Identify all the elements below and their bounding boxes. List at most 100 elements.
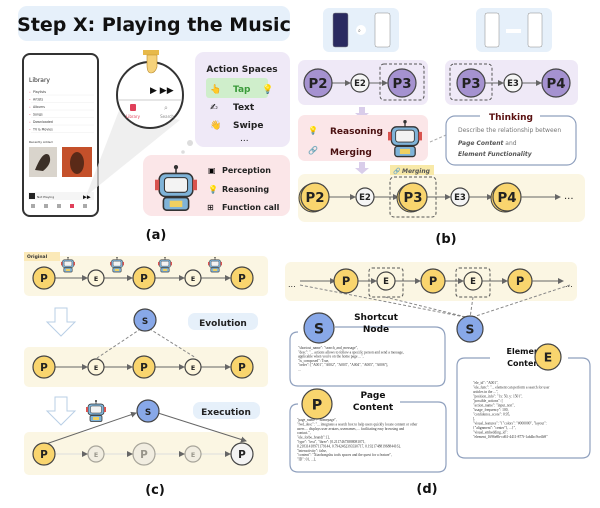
- element-node-label: E: [191, 364, 195, 372]
- shortcut-node-label: S: [145, 408, 151, 418]
- phone-list-item: Albums: [33, 105, 45, 109]
- swipe-hand-icon: 👋: [210, 120, 221, 131]
- element-node-label: E: [470, 277, 476, 287]
- magnifier: ▶ ▶▶ Library ⌕ Search: [116, 50, 184, 129]
- action-swipe: Swipe: [233, 121, 263, 131]
- svg-text:•: •: [29, 120, 31, 124]
- shortcut-node-label: S: [142, 317, 148, 327]
- action-text: Text: [233, 103, 255, 113]
- phone-recently-added: Recently Added: [29, 140, 53, 144]
- phone-library-header: Library: [29, 77, 50, 84]
- element-node: E: [376, 271, 396, 291]
- page-node: P2: [298, 182, 330, 213]
- code-line: "ele_func": "... element can perform a s…: [473, 386, 550, 390]
- element-node: E3: [503, 73, 523, 93]
- panel-d: ... ... PEPEP Shortcut Node "shortcut_na…: [285, 262, 591, 497]
- robot-icon: [86, 400, 106, 422]
- merging-tag: Merging: [402, 168, 431, 175]
- code-line: "fwd_desc": "... integrates a search box…: [297, 422, 418, 426]
- element-node: E: [87, 269, 105, 287]
- page-node: P: [132, 266, 156, 290]
- writing-hand-icon: ✍: [210, 103, 218, 113]
- page-node-card-icon-label: P: [312, 397, 322, 413]
- page-node: P: [230, 442, 254, 466]
- page-node: P: [507, 268, 533, 294]
- page-node: P: [420, 268, 446, 294]
- page-node-label: P: [40, 273, 48, 285]
- element-node: E: [87, 358, 105, 376]
- page-node-label: P: [238, 362, 246, 374]
- page-node-label: P: [429, 274, 437, 288]
- page-node-label: P: [140, 362, 148, 374]
- svg-text:•: •: [29, 90, 31, 94]
- page-node-label: P: [342, 274, 350, 288]
- panel-d-label: (d): [416, 482, 437, 497]
- shortcut-node-label: S: [466, 323, 475, 337]
- page-node-label: P4: [498, 191, 517, 206]
- ellipsis-right: ...: [565, 280, 573, 289]
- page-node-label: P2: [306, 191, 325, 206]
- element-node-card-icon-label: E: [544, 351, 552, 365]
- page-node-label: P2: [309, 77, 328, 92]
- shortcut-node: S: [136, 399, 160, 423]
- page-node-label: P: [140, 449, 148, 461]
- svg-text:•: •: [29, 98, 31, 102]
- lightbulb-icon: 💡: [308, 125, 318, 135]
- capability-function-call: Function call: [222, 203, 280, 212]
- action-more: ...: [240, 134, 249, 144]
- thinking-text-and: and: [503, 140, 516, 147]
- link-icon: 🔗: [308, 145, 318, 155]
- lightbulb-icon: 💡: [208, 184, 218, 194]
- page-node: P: [230, 355, 254, 379]
- search-icon: ⌕: [164, 104, 168, 112]
- svg-text:•: •: [29, 113, 31, 117]
- function-grid-icon: ⊞: [207, 203, 214, 212]
- phone-screenshot: Library Playlists•Artists•Albums•Songs•D…: [22, 53, 99, 217]
- element-node-label: E: [94, 275, 98, 283]
- page-node-card-icon: P: [301, 388, 333, 420]
- element-node-label: E: [94, 364, 98, 372]
- page-node: P: [132, 442, 156, 466]
- shortcut-node-card-icon-label: S: [314, 321, 324, 337]
- page-node-label: P3: [393, 77, 412, 92]
- code-line: "possible_actions": [: [473, 399, 504, 403]
- thinking-box: Thinking Describe the relationship betwe…: [445, 111, 577, 166]
- panel-c: Original P E P E P Evolution P E P E P S Executio…: [24, 252, 268, 498]
- thinking-text: Describe the relationship between: [458, 127, 561, 134]
- action-spaces-title: Action Spaces: [206, 65, 277, 75]
- page-node: P4: [490, 182, 522, 213]
- element-node-label: E3: [454, 193, 466, 203]
- element-node-label: E2: [359, 193, 371, 203]
- element-node: E2: [350, 73, 370, 93]
- library-tab-icon: [130, 104, 136, 111]
- lightbulb-icon: 💡: [262, 83, 273, 95]
- page-node: P3: [387, 68, 417, 98]
- svg-text:•: •: [29, 128, 31, 132]
- tap-hand-icon: 👆: [210, 83, 221, 95]
- perception-icon: ▣: [208, 166, 216, 175]
- agent-capabilities-box: ▣ Perception 💡 Reasoning ⊞ Function call: [143, 155, 290, 216]
- panel-a-title: Step X: Playing the Music: [17, 14, 291, 36]
- element-node: E3: [450, 187, 470, 207]
- page-node: P: [132, 355, 156, 379]
- phone-list-item: Downloaded: [33, 120, 53, 124]
- original-tag: Original: [27, 254, 48, 260]
- shortcut-node-title: Shortcut: [354, 313, 399, 323]
- svg-text:Page Content and: Page Content and: [458, 140, 517, 147]
- page-content-title-2: Content: [353, 403, 394, 413]
- page-node-label: P3: [462, 77, 481, 92]
- page-node: P: [32, 266, 56, 290]
- phone-now-playing: Not Playing: [37, 195, 54, 199]
- shortcut-node: S: [133, 308, 157, 332]
- execution-label: Execution: [201, 408, 251, 418]
- element-node: E: [184, 445, 202, 463]
- figure: Step X: Playing the Music Library Playli…: [17, 6, 591, 498]
- panel-b-label: (b): [435, 232, 456, 247]
- page-node: P4: [541, 68, 571, 98]
- page-node: P: [32, 442, 56, 466]
- capability-perception: Perception: [222, 166, 271, 175]
- element-node-label: E2: [354, 79, 366, 89]
- svg-text:▶▶: ▶▶: [83, 195, 91, 201]
- element-node-label: E3: [507, 79, 519, 89]
- page-node: P2: [303, 68, 333, 98]
